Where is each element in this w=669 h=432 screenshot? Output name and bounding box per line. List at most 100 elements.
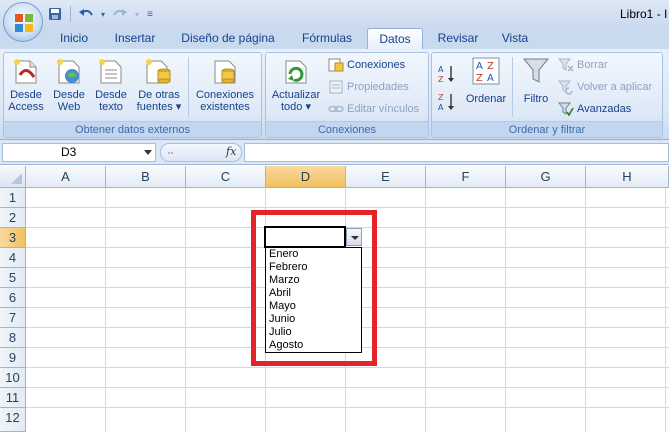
dropdown-option[interactable]: Febrero	[266, 261, 361, 274]
dropdown-option[interactable]: Enero	[266, 248, 361, 261]
validation-dropdown-button[interactable]	[346, 228, 362, 246]
other-sources-label-1: De otras	[138, 89, 180, 101]
column-header-g[interactable]: G	[506, 166, 586, 188]
save-icon[interactable]	[46, 5, 64, 23]
tab-diseno-pagina[interactable]: Diseño de página	[176, 28, 280, 49]
column-header-f[interactable]: F	[426, 166, 506, 188]
connections-button[interactable]: Conexiones	[328, 56, 405, 74]
tab-vista[interactable]: Vista	[494, 28, 536, 49]
customize-icon[interactable]: ≡	[145, 5, 155, 23]
office-logo-icon	[15, 14, 33, 32]
column-header-a[interactable]: A	[26, 166, 106, 188]
web-icon	[53, 55, 85, 87]
advanced-button[interactable]: Avanzadas	[557, 100, 632, 118]
tab-formulas[interactable]: Fórmulas	[294, 28, 360, 49]
reapply-button[interactable]: Volver a aplicar	[557, 78, 652, 96]
from-web-label-2: Web	[57, 101, 81, 113]
from-access-button[interactable]: Desde Access	[6, 55, 46, 113]
from-access-label-2: Access	[8, 101, 44, 113]
row-header-11[interactable]: 11	[0, 388, 26, 408]
grid-line	[26, 387, 669, 388]
select-all-button[interactable]	[0, 166, 26, 188]
row-header-2[interactable]: 2	[0, 208, 26, 228]
row-header-7[interactable]: 7	[0, 308, 26, 328]
from-text-label-2: texto	[99, 101, 123, 113]
dropdown-option[interactable]: Junio	[266, 313, 361, 326]
svg-text:Z: Z	[438, 93, 444, 102]
dropdown-option[interactable]: Abril	[266, 287, 361, 300]
chevron-down-icon[interactable]	[144, 150, 152, 155]
formula-bar: D3 fx	[0, 140, 669, 165]
properties-label: Propiedades	[347, 81, 409, 93]
properties-button[interactable]: Propiedades	[328, 78, 409, 96]
clear-label: Borrar	[577, 59, 608, 71]
refresh-all-button[interactable]: Actualizar todo ▾	[268, 55, 324, 113]
clear-button[interactable]: Borrar	[557, 56, 608, 74]
toolbar-separator	[70, 6, 71, 22]
validation-dropdown-list[interactable]: Enero Febrero Marzo Abril Mayo Junio Jul…	[265, 247, 362, 353]
svg-text:A: A	[487, 73, 494, 84]
active-cell-d3[interactable]	[264, 226, 346, 248]
svg-text:A: A	[438, 103, 444, 112]
dropdown-option[interactable]: Marzo	[266, 274, 361, 287]
svg-text:A: A	[438, 65, 444, 74]
column-header-e[interactable]: E	[346, 166, 426, 188]
sort-descending-icon: ZA	[438, 92, 456, 112]
dropdown-option[interactable]: Julio	[266, 326, 361, 339]
row-header-10[interactable]: 10	[0, 368, 26, 388]
column-header-b[interactable]: B	[106, 166, 186, 188]
from-text-label-1: Desde	[95, 89, 127, 101]
svg-text:Z: Z	[438, 75, 444, 84]
column-header-d[interactable]: D	[266, 166, 346, 188]
row-header-5[interactable]: 5	[0, 268, 26, 288]
sort-button[interactable]: AZZA Ordenar	[462, 55, 510, 105]
column-header-h[interactable]: H	[586, 166, 669, 188]
row-header-4[interactable]: 4	[0, 248, 26, 268]
existing-connections-button[interactable]: Conexiones existentes	[192, 55, 258, 113]
insert-function-icon[interactable]: fx	[226, 145, 236, 158]
group-divider	[188, 57, 189, 117]
grid-line	[26, 407, 669, 408]
connections-icon	[328, 57, 344, 73]
name-box-value: D3	[61, 145, 77, 159]
svg-text:Z: Z	[476, 73, 483, 84]
tab-inicio[interactable]: Inicio	[52, 28, 96, 49]
refresh-icon	[280, 55, 312, 87]
edit-links-button[interactable]: Editar vínculos	[328, 100, 419, 118]
row-header-1[interactable]: 1	[0, 188, 26, 208]
tab-datos[interactable]: Datos	[367, 28, 423, 49]
formula-input[interactable]	[244, 143, 669, 162]
from-web-button[interactable]: Desde Web	[50, 55, 88, 113]
tab-revisar[interactable]: Revisar	[432, 28, 484, 49]
undo-icon[interactable]	[77, 5, 95, 23]
row-header-9[interactable]: 9	[0, 348, 26, 368]
from-web-label-1: Desde	[53, 89, 85, 101]
dropdown-option[interactable]: Agosto	[266, 339, 361, 352]
name-box[interactable]: D3	[2, 143, 156, 162]
row-header-3[interactable]: 3	[0, 228, 26, 248]
advanced-label: Avanzadas	[577, 103, 632, 115]
office-button[interactable]	[3, 2, 43, 42]
sort-az-button[interactable]: AZ	[438, 65, 456, 84]
row-header-12[interactable]: 12	[0, 408, 26, 432]
window-title: Libro1 - I	[620, 7, 668, 21]
column-header-c[interactable]: C	[186, 166, 266, 188]
group-divider	[512, 57, 513, 117]
row-header-6[interactable]: 6	[0, 288, 26, 308]
tab-insertar[interactable]: Insertar	[106, 28, 164, 49]
clear-filter-icon	[557, 57, 574, 73]
filter-button[interactable]: Filtro	[516, 55, 556, 105]
advanced-filter-icon	[557, 101, 574, 117]
group-external-data-label: Obtener datos externos	[4, 121, 261, 137]
ribbon-tabs: Inicio Insertar Diseño de página Fórmula…	[0, 28, 669, 49]
other-sources-button[interactable]: De otras fuentes ▾	[134, 55, 184, 113]
redo-icon[interactable]	[111, 5, 129, 23]
row-header-8[interactable]: 8	[0, 328, 26, 348]
dropdown-option[interactable]: Mayo	[266, 300, 361, 313]
grid-line	[105, 188, 106, 432]
undo-dropdown-icon[interactable]: ▾	[99, 5, 107, 23]
worksheet-grid: A B C D E F G H 1 2 3 4 5 6 7 8 9 10 11 …	[0, 166, 669, 432]
redo-dropdown-icon[interactable]: ▾	[133, 5, 141, 23]
sort-za-button[interactable]: ZA	[438, 92, 456, 112]
from-text-button[interactable]: Desde texto	[92, 55, 130, 113]
